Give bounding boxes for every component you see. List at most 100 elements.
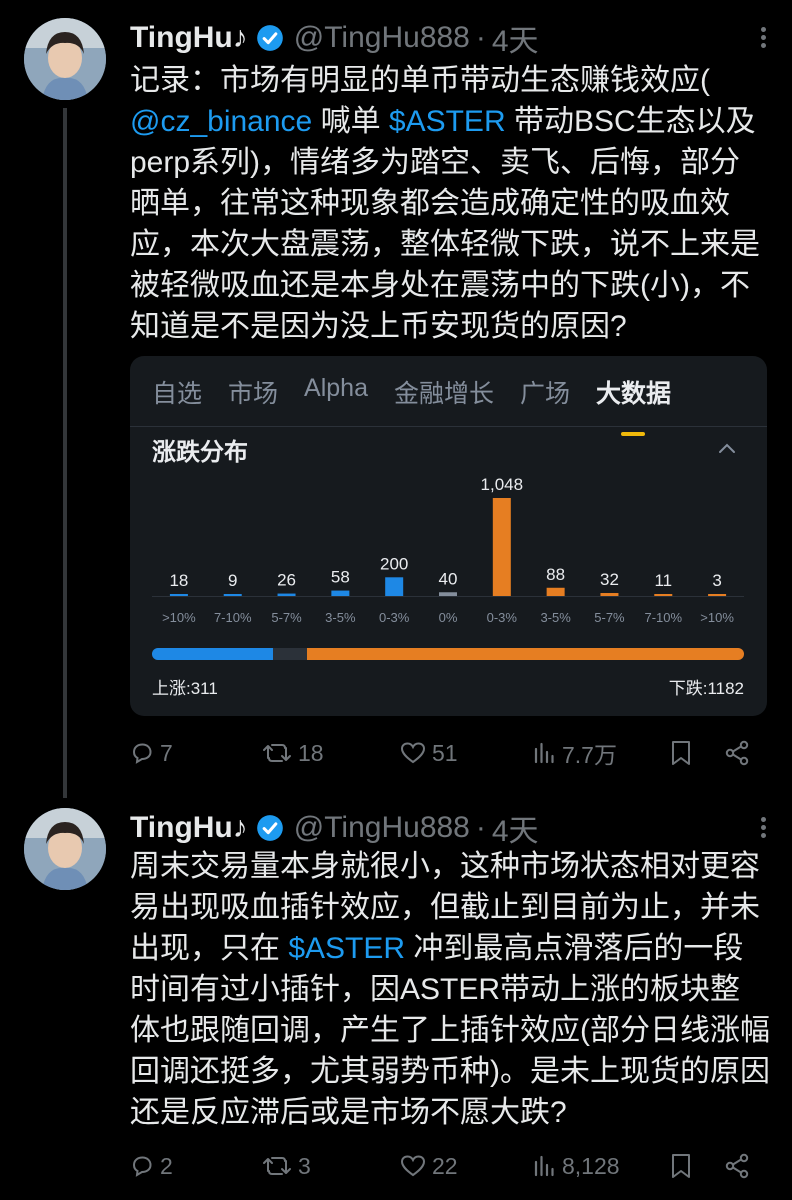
display-name[interactable]: TingHu♪ [130,21,248,55]
category-label: 0-3% [379,610,410,625]
like-count: 51 [432,739,458,766]
bookmark-icon [672,1154,690,1178]
more-options-icon[interactable] [756,814,770,844]
tweet-header: TingHu♪ @TingHu888 · 4天 [130,808,539,848]
analytics-icon [534,1155,554,1177]
up-ratio-fill [152,648,274,660]
thread-line [63,108,67,798]
chart-bar [169,594,188,596]
like-button[interactable]: 51 [400,735,458,771]
reply-icon [132,743,152,764]
retweet-button[interactable]: 3 [262,1148,311,1184]
down-ratio-fill [307,648,744,660]
tab-alpha: Alpha [304,374,368,402]
app-tabs: 自选 市场 Alpha 金融增长 广场 大数据 [152,374,697,436]
cashtag-link[interactable]: $ASTER [389,105,506,138]
reply-icon [132,1156,152,1177]
category-label: 3-5% [325,610,356,625]
category-label: 0% [439,610,458,625]
timestamp[interactable]: 4天 [492,16,539,60]
distribution-chart: 18 >10% 9 7-10% 26 5-7% 58 3-5% 200 0-3% 40 0% 1,048… [152,475,744,625]
reply-count: 7 [160,739,173,766]
reply-button[interactable]: 7 [130,735,173,771]
retweet-button[interactable]: 18 [262,735,324,771]
views-button[interactable]: 7.7万 [532,735,617,771]
separator-dot: · [475,811,486,844]
timestamp[interactable]: 4天 [492,806,539,850]
avatar[interactable] [24,808,106,890]
tab-watchlist: 自选 [152,380,203,408]
bar-value-label: 40 [439,569,458,588]
category-label: >10% [162,610,196,625]
chevron-up-icon [719,443,735,453]
display-name[interactable]: TingHu♪ [130,811,248,845]
tweet-text: 周末交易量本身就很小，这种市场状态相对更容易出现吸血插针效应，但截止到目前为止，… [130,846,770,1133]
chart-bar [277,593,296,596]
like-count: 22 [432,1152,458,1179]
bar-value-label: 11 [654,571,672,590]
chart-bar [708,594,727,596]
handle[interactable]: @TingHu888 [294,811,470,845]
view-count: 8,128 [562,1152,620,1179]
text-part: 记录：市场有明显的单币带动生态赚钱效应 [130,64,700,97]
category-label: >10% [700,610,734,625]
retweet-icon [263,744,291,762]
category-label: 5-7% [271,610,302,625]
verified-badge-icon [256,815,283,841]
text-part: 喊单 [312,105,389,138]
bookmark-button[interactable] [670,735,692,771]
chart-bar [546,587,565,596]
bar-value-label: 1,048 [481,475,524,494]
bar-value-label: 9 [228,571,237,590]
views-button[interactable]: 8,128 [532,1148,620,1184]
handle[interactable]: @TingHu888 [294,21,470,55]
text-part: 带动BSC生态以及perp系列)，情绪多为踏空、卖飞、后悔，部分晒单，往常这种现… [130,105,760,343]
tweet-header: TingHu♪ @TingHu888 · 4天 [130,18,539,58]
tweet-1: TingHu♪ @TingHu888 · 4天 记录：市场有明显的单币带动生态赚… [0,0,792,798]
divider [130,426,767,427]
more-options-icon[interactable] [756,24,770,54]
active-tab-indicator [621,432,646,436]
down-count-label: 下跌:1182 [668,679,744,698]
heart-icon [400,742,426,764]
retweet-icon [263,1157,291,1175]
share-button[interactable] [724,1148,750,1184]
bar-value-label: 200 [380,554,408,573]
share-button[interactable] [724,735,750,771]
tab-market: 市场 [228,380,279,408]
chart-bar [600,593,619,596]
bar-value-label: 3 [712,571,721,590]
bar-value-label: 18 [169,571,188,590]
bookmark-icon [672,741,690,765]
chart-bar [331,590,350,596]
chart-bar [385,577,404,596]
verified-badge-icon [256,25,283,51]
reply-count: 2 [160,1152,173,1179]
mention-link[interactable]: @cz_binance [130,105,312,138]
cashtag-link[interactable]: $ASTER [288,932,405,965]
bar-value-label: 32 [600,570,619,589]
avatar[interactable] [24,18,106,100]
bar-value-label: 88 [546,565,565,584]
share-icon [725,740,749,766]
category-label: 0-3% [487,610,518,625]
tweet-text: 记录：市场有明显的单币带动生态赚钱效应( @cz_binance 喊单 $AST… [130,60,770,347]
tweet-2: TingHu♪ @TingHu888 · 4天 周末交易量本身就很小，这种市场状… [0,790,792,1200]
reply-button[interactable]: 2 [130,1148,173,1184]
text-part: ( [700,64,710,97]
bar-value-label: 26 [277,571,296,590]
tab-big-data: 大数据 [596,374,671,436]
retweet-count: 18 [298,739,324,766]
category-label: 3-5% [540,610,571,625]
tab-finance-growth: 金融增长 [393,380,494,408]
bookmark-button[interactable] [670,1148,692,1184]
attached-image[interactable]: 自选 市场 Alpha 金融增长 广场 大数据 涨跌分布 18 >10% 9 7-10… [130,356,767,716]
chart-bar [439,592,457,596]
category-label: 7-10% [644,610,682,625]
up-count-label: 上涨:311 [152,679,218,698]
like-button[interactable]: 22 [400,1148,458,1184]
tab-square: 广场 [520,380,571,408]
bar-value-label: 58 [331,568,350,587]
view-count: 7.7万 [562,742,617,768]
chart-bar [654,594,673,596]
